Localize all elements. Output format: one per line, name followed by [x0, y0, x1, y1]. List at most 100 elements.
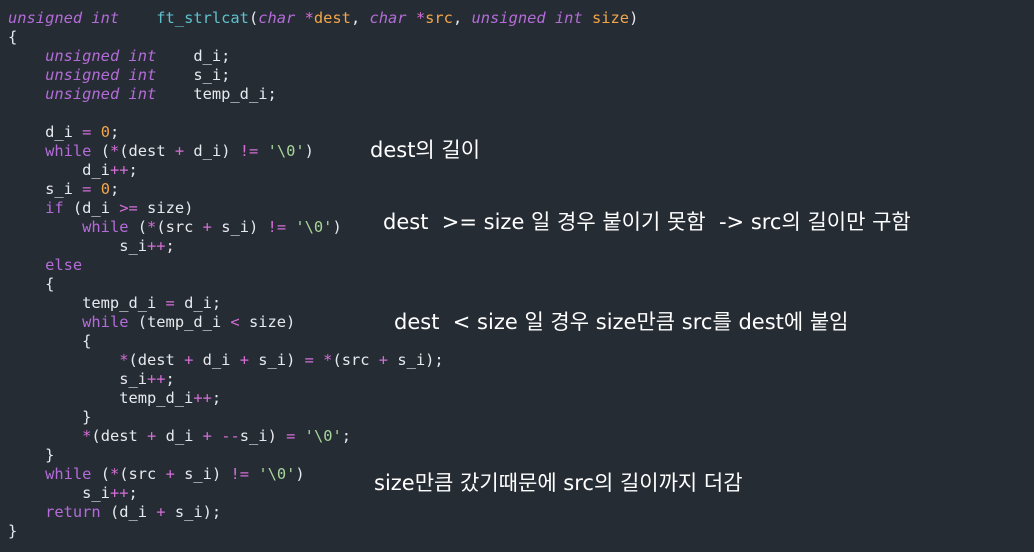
code-line[interactable]: while (*(dest + d_i) != '\0') [8, 142, 314, 161]
code-token-punc: temp_d_i [8, 294, 166, 312]
code-token-punc: d_i [8, 161, 110, 179]
code-line[interactable]: s_i++; [8, 484, 138, 503]
code-token-punc: s_i); [388, 351, 444, 369]
annotation-size-exceeded: dest >= size 일 경우 붙이기 못함 -> src의 길이만 구함 [383, 210, 911, 234]
code-token-punc: (d_i [100, 503, 157, 521]
code-token-op: ++ [109, 161, 129, 179]
code-token-punc [8, 256, 45, 274]
code-token-op: * [109, 465, 120, 483]
code-token-punc [212, 427, 221, 445]
code-token-punc [314, 351, 323, 369]
code-line[interactable]: return (d_i + s_i); [8, 503, 221, 522]
code-token-punc: (src [119, 465, 166, 483]
code-token-punc [583, 9, 592, 27]
code-token-punc [8, 47, 45, 65]
code-token-punc [8, 351, 119, 369]
code-editor[interactable]: unsigned int ft_strlcat(char *dest, char… [0, 0, 1034, 552]
code-token-op: != [230, 465, 250, 483]
code-token-op: -- [221, 427, 240, 445]
code-token-str: '\0' [258, 465, 296, 483]
code-line[interactable]: unsigned int temp_d_i; [8, 85, 277, 104]
code-token-punc: d_i [193, 351, 240, 369]
code-line[interactable]: } [8, 446, 54, 465]
code-token-str: '\0' [304, 427, 342, 445]
code-token-kw: while [45, 142, 92, 160]
code-token-punc [8, 427, 82, 445]
code-token-punc: ; [165, 370, 175, 388]
code-token-op: + [184, 351, 194, 369]
code-token-op: = [165, 294, 175, 312]
code-token-op: = [286, 427, 296, 445]
code-token-num: 0 [100, 180, 110, 198]
code-token-punc [8, 66, 45, 84]
code-token-punc: ; [165, 237, 175, 255]
code-token-punc [295, 9, 304, 27]
code-token-punc [8, 313, 82, 331]
code-token-op: * [147, 218, 157, 236]
code-line[interactable]: s_i++; [8, 370, 175, 389]
code-line[interactable]: } [8, 522, 17, 541]
code-token-op: ++ [147, 370, 166, 388]
code-token-punc: ; [128, 161, 138, 179]
code-token-kw: while [82, 218, 129, 236]
code-line[interactable]: while (temp_d_i < size) [8, 313, 295, 332]
code-line[interactable]: { [8, 28, 17, 47]
code-line[interactable]: d_i = 0; [8, 123, 119, 142]
code-token-op: + [147, 427, 157, 445]
code-line[interactable]: { [8, 332, 91, 351]
code-token-punc [119, 9, 156, 27]
code-line[interactable]: if (d_i >= size) [8, 199, 193, 218]
code-token-punc: } [8, 408, 92, 426]
code-token-punc: s_i [8, 180, 83, 198]
code-line[interactable]: } [8, 408, 91, 427]
code-line[interactable]: temp_d_i = d_i; [8, 294, 221, 313]
code-token-type: char [258, 9, 296, 27]
code-token-op: ++ [109, 484, 129, 502]
code-token-op: + [156, 503, 166, 521]
code-token-punc: s_i [8, 237, 147, 255]
code-line[interactable]: unsigned int d_i; [8, 47, 230, 66]
code-token-punc: { [8, 275, 55, 293]
code-token-punc: d_i [8, 123, 83, 141]
code-line[interactable]: s_i++; [8, 237, 175, 256]
code-line[interactable]: *(dest + d_i + s_i) = *(src + s_i); [8, 351, 444, 370]
code-token-punc: s_i) [249, 351, 305, 369]
code-token-param: src [425, 9, 453, 27]
code-token-punc: s_i) [174, 465, 231, 483]
code-token-kw: if [45, 199, 64, 217]
code-line[interactable]: s_i = 0; [8, 180, 119, 199]
code-token-punc: ; [341, 427, 352, 445]
code-token-punc [8, 465, 45, 483]
code-line[interactable]: *(dest + d_i + --s_i) = '\0'; [8, 427, 351, 446]
code-token-op: >= [119, 199, 138, 217]
code-line[interactable]: while (*(src + s_i) != '\0') [8, 218, 342, 237]
annotation-remaining-length: size만큼 갔기때문에 src의 길이까지 더감 [374, 471, 743, 495]
code-line[interactable]: unsigned int s_i; [8, 66, 230, 85]
code-token-punc: { [8, 28, 18, 46]
code-token-punc: ) [332, 218, 342, 236]
code-line[interactable]: while (*(src + s_i) != '\0') [8, 465, 305, 484]
code-token-op: ++ [147, 237, 166, 255]
code-line[interactable]: temp_d_i++; [8, 389, 221, 408]
code-token-param: dest [313, 9, 351, 27]
code-token-str: '\0' [267, 142, 305, 160]
code-token-type: char [369, 9, 407, 27]
code-token-punc: (dest [91, 427, 148, 445]
code-token-kw: while [45, 465, 92, 483]
code-line[interactable]: { [8, 275, 54, 294]
code-token-param: size [591, 9, 630, 27]
code-token-punc: d_i; [156, 47, 231, 65]
code-token-punc: s_i; [156, 66, 231, 84]
code-token-op: + [174, 142, 185, 160]
code-line[interactable]: else [8, 256, 82, 275]
code-token-punc [249, 465, 258, 483]
code-token-punc: d_i [156, 427, 203, 445]
code-token-op: * [109, 142, 120, 160]
code-token-punc: temp_d_i; [156, 85, 277, 103]
code-token-punc [295, 427, 304, 445]
code-line[interactable]: d_i++; [8, 161, 138, 180]
code-token-punc: ; [128, 484, 138, 502]
code-token-punc [8, 503, 45, 521]
code-token-punc: s_i [8, 370, 147, 388]
code-line[interactable]: unsigned int ft_strlcat(char *dest, char… [8, 9, 638, 28]
